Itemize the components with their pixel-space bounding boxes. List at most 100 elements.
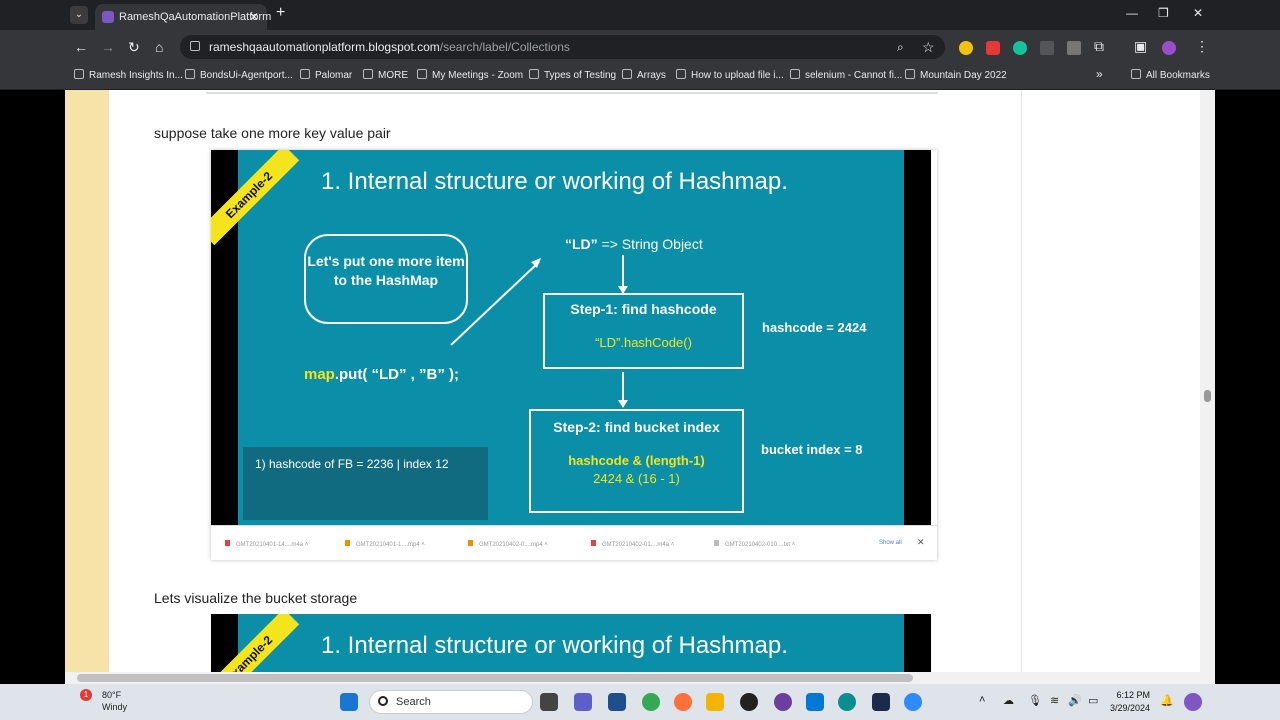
app-icon[interactable] [774, 693, 792, 711]
bookmark-label: selenium - Cannot fi... [805, 70, 903, 81]
globe-icon [622, 69, 632, 79]
bookmark-item[interactable]: How to upload file i... [676, 69, 784, 81]
bookmark-item[interactable]: Types of Testing [529, 69, 616, 81]
show-all-button[interactable]: Show all [879, 540, 902, 546]
more-bookmarks-button[interactable]: » [1096, 67, 1103, 81]
teams-icon[interactable] [574, 693, 592, 711]
post-text: Lets visualize the bucket storage [154, 590, 358, 606]
extension-icon[interactable] [986, 41, 1000, 55]
cloud-icon[interactable]: ☁ [1003, 694, 1014, 707]
restore-button[interactable]: ❐ [1158, 6, 1169, 20]
bookmark-item[interactable]: My Meetings - Zoom [417, 69, 523, 81]
bookmark-item[interactable]: Mountain Day 2022 [905, 69, 1007, 81]
zoom-icon[interactable] [904, 693, 922, 711]
bookmark-label: How to upload file i... [691, 70, 784, 81]
url-path: /search/label/Collections [439, 40, 570, 54]
extension-icon[interactable] [1067, 41, 1081, 55]
extension-icon[interactable] [959, 41, 973, 55]
extension-icon[interactable] [1040, 41, 1054, 55]
notification-bell-icon[interactable]: 🔔 [1160, 694, 1174, 707]
taskbar-search[interactable]: Search [369, 690, 533, 714]
vertical-scroll-thumb[interactable] [1204, 390, 1211, 402]
volume-icon[interactable]: 🔊 [1068, 694, 1082, 707]
reload-button[interactable]: ↻ [128, 39, 140, 56]
all-bookmarks-folder[interactable]: All Bookmarks [1131, 69, 1210, 81]
slide-image: Example-2 1. Internal structure or worki… [211, 614, 937, 672]
webex-icon[interactable] [872, 693, 890, 711]
bookmark-folder[interactable]: BondsUi-Agentport... [185, 69, 293, 81]
weather-widget[interactable]: 80°F Windy [102, 689, 127, 713]
download-item[interactable]: GMT20210401-14....m4a ˄ [225, 540, 308, 548]
app-icon[interactable] [806, 693, 824, 711]
download-item[interactable]: GMT20210402-010....txt ˄ [714, 540, 795, 548]
system-clock[interactable]: 6:12 PM 3/29/2024 [1110, 689, 1150, 715]
new-tab-button[interactable]: + [276, 4, 285, 22]
bookmark-label: Ramesh Insights In... [89, 70, 183, 81]
dell-icon[interactable] [740, 693, 758, 711]
address-bar[interactable]: rameshqaautomationplatform.blogspot.com/… [180, 35, 945, 59]
site-info-icon[interactable] [190, 41, 200, 51]
grammarly-icon[interactable] [1013, 41, 1027, 55]
battery-icon[interactable]: ▭ [1088, 694, 1098, 707]
globe-icon [363, 69, 373, 79]
step2-calc: 2424 & (16 - 1) [593, 471, 680, 486]
folder-icon [1131, 69, 1141, 79]
slide-content: Example-2 1. Internal structure or worki… [211, 614, 931, 672]
zoom-icon[interactable]: ⌕ [897, 40, 904, 55]
slide-title: 1. Internal structure or working of Hash… [321, 632, 788, 659]
vlc-icon [468, 540, 473, 546]
download-name: GMT20210402-0....mp4 [479, 542, 543, 548]
copilot-icon[interactable] [1184, 693, 1202, 711]
home-button[interactable]: ⌂ [155, 39, 163, 55]
weather-badge[interactable]: 1 [80, 689, 92, 701]
code-call: .put( “LD” , ”B” ); [334, 366, 459, 383]
browser-menu-icon[interactable]: ⋮ [1195, 38, 1209, 55]
wifi-icon[interactable]: ≋ [1050, 694, 1059, 707]
download-item[interactable]: GMT20210402-0....mp4 ˄ [468, 540, 548, 548]
horizontal-scroll-thumb[interactable] [77, 674, 913, 682]
back-button[interactable]: ← [74, 39, 88, 55]
store-icon[interactable] [608, 693, 626, 711]
bookmark-item[interactable]: selenium - Cannot fi... [790, 69, 902, 81]
extensions-puzzle-icon[interactable]: ⧉ [1094, 38, 1104, 55]
profile-avatar[interactable] [1162, 41, 1176, 55]
weather-temp: 80°F [102, 690, 122, 700]
bookmark-folder[interactable]: Palomar [300, 69, 352, 81]
clock-time: 6:12 PM [1116, 690, 1151, 700]
active-tab[interactable]: RameshQaAutomationPlatform ✕ [95, 4, 271, 30]
firefox-icon[interactable] [674, 693, 692, 711]
vertical-scrollbar[interactable] [1200, 90, 1215, 672]
file-explorer-icon[interactable] [706, 693, 724, 711]
side-panel-icon[interactable]: ▣ [1134, 38, 1147, 55]
download-item[interactable]: GMT20210402-01....m4a ˄ [591, 540, 674, 548]
tray-chevron-icon[interactable]: ˄ [979, 694, 985, 706]
screen: ⌄ RameshQaAutomationPlatform ✕ + — ❐ ✕ ←… [0, 0, 1280, 720]
previous-image-bottom [206, 90, 938, 94]
ld-label: “LD” => String Object [565, 236, 703, 252]
forward-button[interactable]: → [101, 39, 115, 55]
download-item[interactable]: GMT20210401-1....mp4 ˄ [345, 540, 425, 548]
minimize-button[interactable]: — [1126, 6, 1138, 20]
clock-date: 3/29/2024 [1110, 703, 1151, 713]
close-tab-icon[interactable]: ✕ [249, 4, 259, 30]
chrome-icon[interactable] [642, 693, 660, 711]
globe-icon [905, 69, 915, 79]
letterbox-right [904, 614, 931, 672]
search-icon [378, 696, 388, 706]
step1-title: Step-1: find hashcode [570, 301, 717, 317]
bookmark-favicon-icon [529, 69, 539, 79]
bookmark-item[interactable]: Ramesh Insights In... [74, 69, 183, 81]
tab-search-button[interactable]: ⌄ [70, 6, 88, 24]
bookmark-item[interactable]: Arrays [622, 69, 666, 81]
task-view-icon[interactable] [540, 693, 558, 711]
text-file-icon [714, 540, 719, 546]
microphone-icon[interactable]: 🎙 [1028, 694, 1042, 707]
download-name: GMT20210402-01....m4a [602, 542, 670, 548]
close-window-button[interactable]: ✕ [1193, 6, 1203, 20]
bookmark-label: Mountain Day 2022 [920, 70, 1007, 81]
start-windows-icon[interactable] [340, 693, 358, 711]
edge-icon[interactable] [838, 693, 856, 711]
close-downloads-icon[interactable]: ✕ [917, 537, 925, 548]
bookmark-star-icon[interactable]: ☆ [922, 39, 935, 56]
bookmark-item[interactable]: MORE [363, 69, 408, 81]
